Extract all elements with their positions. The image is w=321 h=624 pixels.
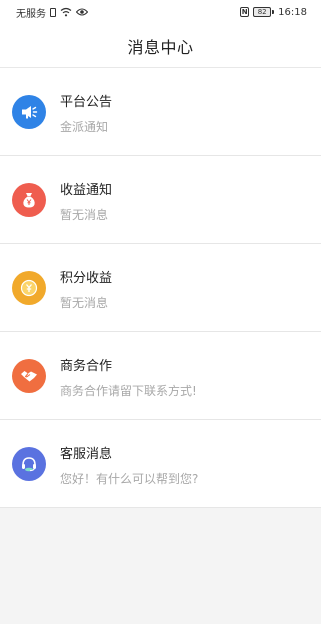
eye-comfort-icon <box>76 8 88 16</box>
wifi-icon <box>60 7 72 17</box>
battery-tip <box>272 10 275 14</box>
sim-card-icon <box>50 7 56 17</box>
handshake-icon <box>12 359 46 393</box>
message-item-business-cooperation[interactable]: 商务合作 商务合作请留下联系方式! <box>0 332 321 420</box>
money-bag-icon <box>12 183 46 217</box>
status-left: 无服务 <box>16 5 88 20</box>
carrier-text: 无服务 <box>16 8 46 20</box>
battery-icon: 82 <box>253 7 275 17</box>
message-preview: 商务合作请留下联系方式! <box>60 384 197 398</box>
message-preview: 您好！有什么可以帮到您? <box>60 472 199 486</box>
nfc-icon: N <box>240 7 250 17</box>
message-title: 商务合作 <box>60 359 113 374</box>
message-list: 平台公告 金派通知 收益通知 暂无消息 积分收益 暂无消息 商务合作 商务合作请… <box>0 68 321 508</box>
message-title: 收益通知 <box>60 183 113 198</box>
message-title: 积分收益 <box>60 271 113 286</box>
status-bar: 无服务 N 82 16:18 <box>0 0 321 24</box>
coin-icon <box>12 271 46 305</box>
battery-level: 82 <box>253 7 272 17</box>
message-center-screen: 无服务 N 82 16:18 消息中心 平台公告 金派通知 收益通知 暂无消息 … <box>0 0 321 624</box>
message-preview: 金派通知 <box>60 120 109 134</box>
message-item-customer-service[interactable]: 客服消息 您好！有什么可以帮到您? <box>0 420 321 508</box>
message-preview: 暂无消息 <box>60 208 109 222</box>
megaphone-icon <box>12 95 46 129</box>
message-item-platform-announcement[interactable]: 平台公告 金派通知 <box>0 68 321 156</box>
status-right: N 82 16:18 <box>240 7 307 18</box>
clock-time: 16:18 <box>278 6 307 18</box>
message-title: 平台公告 <box>60 95 113 110</box>
page-header: 消息中心 <box>0 24 321 68</box>
headset-icon <box>12 447 46 481</box>
page-title: 消息中心 <box>127 37 194 57</box>
message-title: 客服消息 <box>60 447 113 462</box>
message-item-earnings-notice[interactable]: 收益通知 暂无消息 <box>0 156 321 244</box>
message-preview: 暂无消息 <box>60 296 109 310</box>
message-item-points-earnings[interactable]: 积分收益 暂无消息 <box>0 244 321 332</box>
